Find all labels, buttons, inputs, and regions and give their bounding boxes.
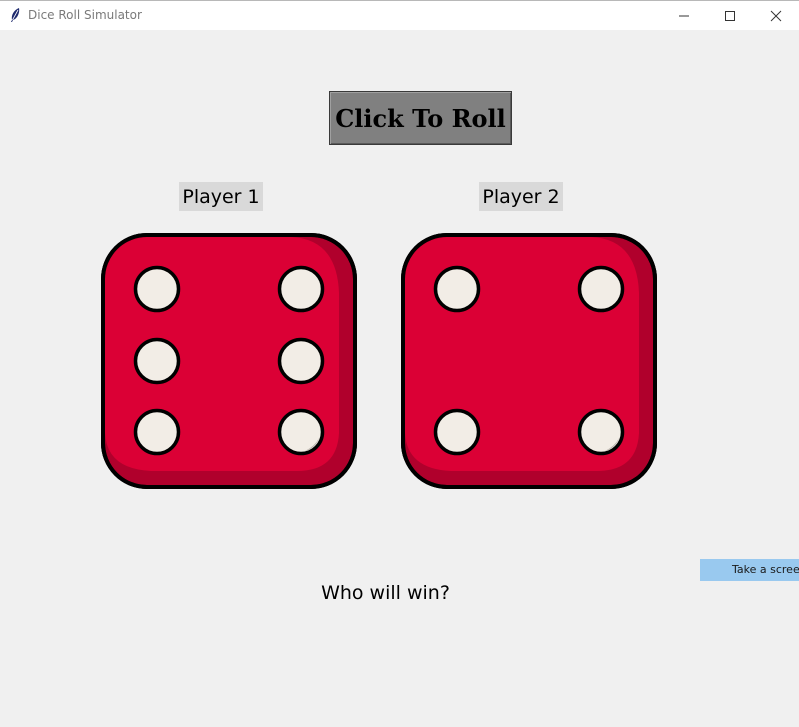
die-pip (277, 408, 325, 456)
roll-button[interactable]: Click To Roll (329, 91, 512, 145)
die-pip (433, 408, 481, 456)
player-1-die (101, 233, 357, 489)
feather-icon (8, 7, 22, 23)
window-title: Dice Roll Simulator (28, 8, 142, 22)
player-2-die (401, 233, 657, 489)
maximize-button[interactable] (707, 1, 753, 30)
minimize-button[interactable] (661, 1, 707, 30)
player-1-label: Player 1 (179, 182, 263, 211)
die-pip (277, 337, 325, 385)
maximize-icon (725, 11, 735, 21)
close-icon (770, 10, 782, 22)
player-2-label: Player 2 (479, 182, 563, 211)
die-pip (577, 265, 625, 313)
result-text: Who will win? (321, 582, 450, 604)
screenshot-tab[interactable]: Take a screen (700, 559, 799, 581)
app-window: Dice Roll Simulator Click To Roll Player… (0, 0, 799, 727)
die-pip (433, 265, 481, 313)
minimize-icon (679, 15, 689, 17)
die-pip (133, 408, 181, 456)
die-pip (133, 337, 181, 385)
title-bar[interactable]: Dice Roll Simulator (0, 0, 799, 30)
close-button[interactable] (753, 1, 799, 30)
die-pip (577, 408, 625, 456)
die-pip (133, 265, 181, 313)
die-pip (277, 265, 325, 313)
